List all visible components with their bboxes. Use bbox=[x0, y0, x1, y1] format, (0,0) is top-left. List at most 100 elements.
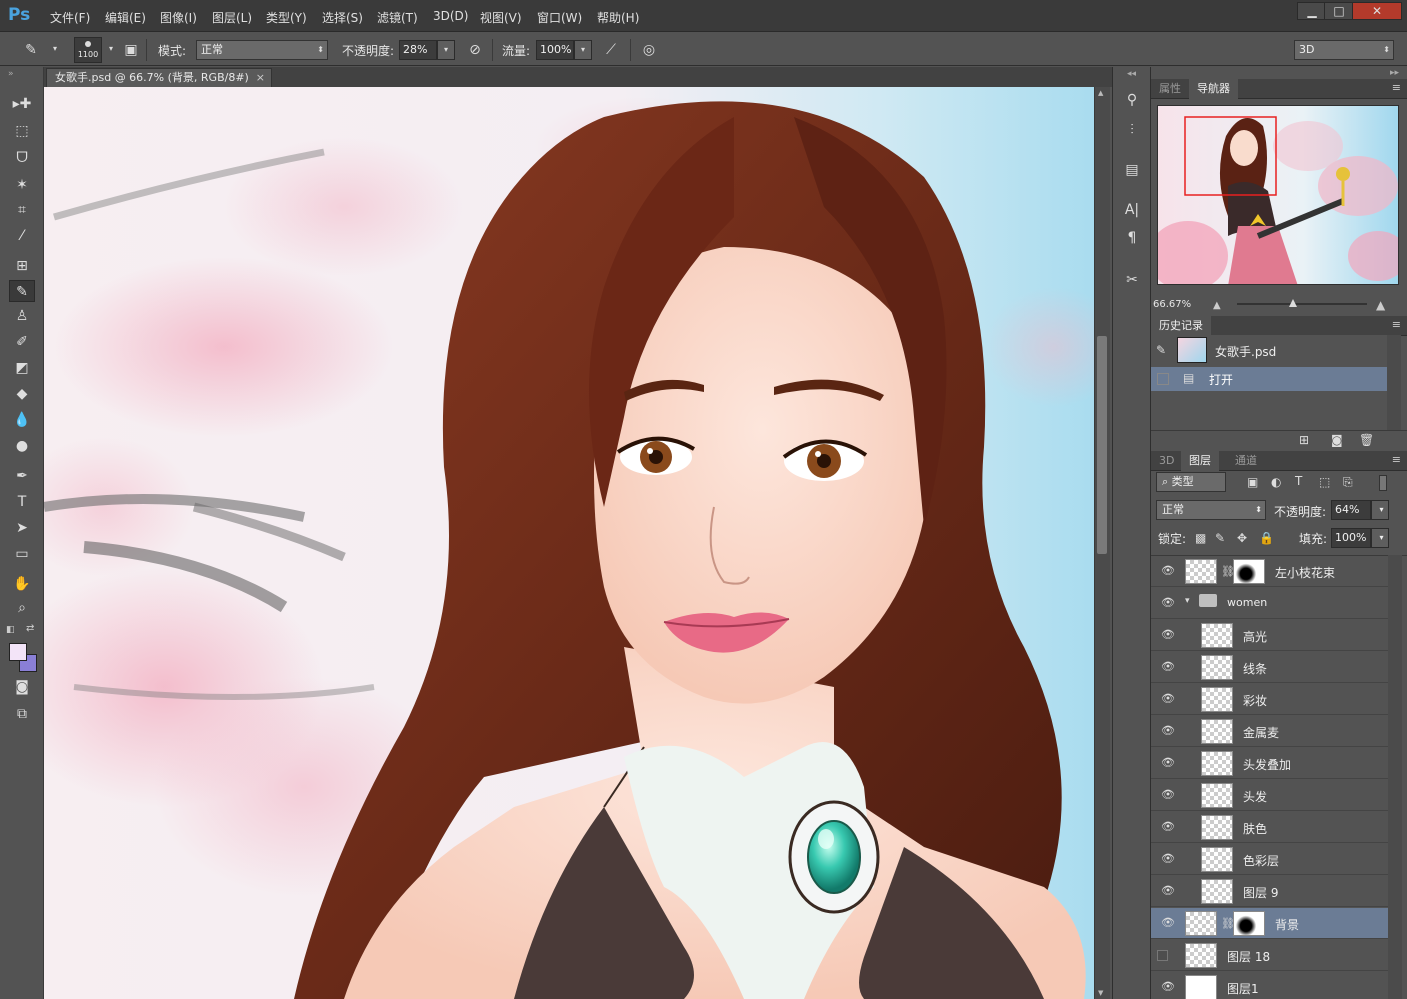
visibility-eye-icon[interactable]: 👁 bbox=[1161, 693, 1175, 705]
history-state-checkbox[interactable] bbox=[1157, 373, 1169, 385]
brush-size-picker[interactable]: 1100 bbox=[74, 37, 102, 63]
screen-mode-icon[interactable]: ⧉ bbox=[9, 703, 35, 725]
opacity-dropdown[interactable]: ▾ bbox=[437, 40, 455, 60]
maximize-button[interactable]: □ bbox=[1324, 2, 1354, 20]
tab-properties[interactable]: 属性 bbox=[1151, 79, 1189, 99]
visibility-eye-icon[interactable]: 👁 bbox=[1161, 597, 1175, 609]
layer-row[interactable]: 👁 头发叠加 bbox=[1151, 748, 1388, 779]
scroll-down-icon[interactable]: ▼ bbox=[1098, 989, 1103, 997]
lock-all-icon[interactable]: 🔒 bbox=[1259, 531, 1274, 545]
shape-tool-icon[interactable]: ▭ bbox=[9, 543, 35, 565]
visibility-eye-icon[interactable]: 👁 bbox=[1161, 821, 1175, 833]
marquee-tool-icon[interactable]: ⬚ bbox=[9, 120, 35, 142]
layer-row[interactable]: 👁 图层 9 bbox=[1151, 876, 1388, 907]
menu-item-6[interactable]: 滤镜(T) bbox=[377, 9, 418, 26]
close-window-button[interactable]: ✕ bbox=[1352, 2, 1402, 20]
fill-dropdown[interactable]: ▾ bbox=[1371, 528, 1389, 548]
visibility-toggle-off[interactable] bbox=[1157, 950, 1168, 961]
document-tab[interactable]: 女歌手.psd @ 66.7% (背景, RGB/8#) × bbox=[46, 68, 272, 87]
visibility-eye-icon[interactable]: 👁 bbox=[1161, 629, 1175, 641]
layer-row[interactable]: 图层 18 bbox=[1151, 940, 1388, 971]
history-brush-tool-icon[interactable]: ✐ bbox=[9, 331, 35, 353]
paint-bucket-tool-icon[interactable]: ◆ bbox=[9, 383, 35, 405]
minimize-button[interactable]: ▁ bbox=[1297, 2, 1327, 20]
healing-brush-tool-icon[interactable]: ⊞ bbox=[9, 255, 35, 277]
navigator-menu-icon[interactable]: ≡ bbox=[1392, 81, 1401, 94]
tool-presets-icon[interactable]: ✂ bbox=[1120, 269, 1144, 291]
layer-row[interactable]: 👁 肤色 bbox=[1151, 812, 1388, 843]
visibility-eye-icon[interactable]: 👁 bbox=[1161, 981, 1175, 993]
foreground-color-swatch[interactable] bbox=[9, 643, 27, 661]
visibility-eye-icon[interactable]: 👁 bbox=[1161, 725, 1175, 737]
history-snapshot[interactable]: ✎ 女歌手.psd bbox=[1151, 335, 1387, 367]
layer-row[interactable]: 👁 ⛓ 左小枝花束 bbox=[1151, 556, 1388, 587]
zoom-tool-icon[interactable]: ⌕ bbox=[9, 597, 35, 619]
visibility-eye-icon[interactable]: 👁 bbox=[1161, 661, 1175, 673]
layers-scrollbar[interactable] bbox=[1388, 555, 1402, 999]
scrollbar-thumb[interactable] bbox=[1097, 336, 1107, 554]
menu-item-10[interactable]: 帮助(H) bbox=[597, 9, 639, 26]
menu-item-8[interactable]: 视图(V) bbox=[480, 9, 522, 26]
tab-3d[interactable]: 3D bbox=[1151, 451, 1182, 471]
filter-shape-icon[interactable]: ⬚ bbox=[1319, 475, 1330, 489]
filter-toggle[interactable] bbox=[1379, 475, 1387, 491]
layer-row[interactable]: 👁 彩妆 bbox=[1151, 684, 1388, 715]
layer-row[interactable]: 👁 图层1 bbox=[1151, 972, 1388, 999]
layer-row[interactable]: 👁 色彩层 bbox=[1151, 844, 1388, 875]
menu-item-7[interactable]: 3D(D) bbox=[433, 9, 468, 23]
hand-tool-icon[interactable]: ✋ bbox=[9, 573, 35, 595]
menu-item-0[interactable]: 文件(F) bbox=[50, 9, 90, 26]
trash-icon[interactable]: 🗑 bbox=[1359, 433, 1374, 447]
brush-preset-dropdown[interactable]: ▾ bbox=[46, 40, 64, 60]
visibility-eye-icon[interactable]: 👁 bbox=[1161, 757, 1175, 769]
layer-row[interactable]: 👁 ▾ women bbox=[1151, 588, 1388, 619]
menu-item-3[interactable]: 图层(L) bbox=[212, 9, 252, 26]
brush-tool-icon[interactable]: ✎ bbox=[9, 280, 35, 302]
navigator-zoom-value[interactable]: 66.67% bbox=[1153, 299, 1191, 310]
layer-row[interactable]: 👁 高光 bbox=[1151, 620, 1388, 651]
visibility-eye-icon[interactable]: 👁 bbox=[1161, 885, 1175, 897]
clone-source-icon[interactable]: ▤ bbox=[1120, 159, 1144, 181]
zoom-slider-thumb[interactable] bbox=[1289, 299, 1297, 307]
layer-filter-select[interactable]: ⌕ 类型 bbox=[1156, 472, 1226, 492]
paragraph-panel-icon[interactable]: ¶ bbox=[1120, 227, 1144, 249]
opacity-input[interactable]: 28% bbox=[399, 40, 437, 60]
filter-smart-object-icon[interactable]: ⎘ bbox=[1343, 475, 1353, 490]
lock-transparent-icon[interactable]: ▩ bbox=[1195, 531, 1206, 545]
airbrush-icon[interactable]: ⟋ bbox=[600, 40, 622, 60]
menu-item-2[interactable]: 图像(I) bbox=[160, 9, 197, 26]
swap-colors-icon[interactable]: ⇄ bbox=[26, 623, 34, 634]
blur-tool-icon[interactable]: 💧 bbox=[9, 409, 35, 431]
dodge-tool-icon[interactable]: ● bbox=[9, 435, 35, 457]
menu-item-9[interactable]: 窗口(W) bbox=[537, 9, 582, 26]
menu-item-5[interactable]: 选择(S) bbox=[322, 9, 363, 26]
brush-presets-icon[interactable]: ⚲ bbox=[1120, 89, 1144, 111]
history-state-open[interactable]: ▤ 打开 bbox=[1151, 367, 1387, 391]
navigator-thumbnail[interactable] bbox=[1157, 105, 1399, 285]
workspace-select[interactable]: 3D ⬍ bbox=[1294, 40, 1394, 60]
history-brush-source-icon[interactable]: ✎ bbox=[1156, 343, 1166, 357]
flow-input[interactable]: 100% bbox=[536, 40, 574, 60]
zoom-out-icon[interactable]: ▲ bbox=[1213, 300, 1221, 311]
character-panel-icon[interactable]: A| bbox=[1120, 199, 1144, 221]
new-document-from-state-icon[interactable]: ⊞ bbox=[1299, 433, 1309, 447]
layer-row[interactable]: 👁 线条 bbox=[1151, 652, 1388, 683]
visibility-eye-icon[interactable]: 👁 bbox=[1161, 789, 1175, 801]
type-tool-icon[interactable]: T bbox=[9, 491, 35, 513]
layer-row[interactable]: 👁 金属麦 bbox=[1151, 716, 1388, 747]
scroll-up-icon[interactable]: ▲ bbox=[1098, 89, 1103, 97]
default-colors-icon[interactable]: ◧ bbox=[6, 625, 15, 635]
visibility-eye-icon[interactable]: 👁 bbox=[1161, 565, 1175, 577]
collapse-right-panel-icon[interactable]: ▸▸ bbox=[1390, 68, 1399, 78]
menu-item-4[interactable]: 类型(Y) bbox=[266, 9, 307, 26]
move-tool-icon[interactable]: ▸✚ bbox=[9, 93, 35, 115]
magic-wand-tool-icon[interactable]: ✶ bbox=[9, 174, 35, 196]
layer-opacity-dropdown[interactable]: ▾ bbox=[1371, 500, 1389, 520]
layer-blend-mode-select[interactable]: 正常 ⬍ bbox=[1156, 500, 1266, 520]
crop-tool-icon[interactable]: ⌗ bbox=[9, 199, 35, 221]
history-menu-icon[interactable]: ≡ bbox=[1392, 318, 1401, 331]
zoom-slider[interactable] bbox=[1237, 299, 1367, 307]
tab-layers[interactable]: 图层 bbox=[1181, 451, 1219, 471]
pressure-size-icon[interactable]: ◎ bbox=[638, 40, 660, 60]
path-selection-tool-icon[interactable]: ➤ bbox=[9, 517, 35, 539]
